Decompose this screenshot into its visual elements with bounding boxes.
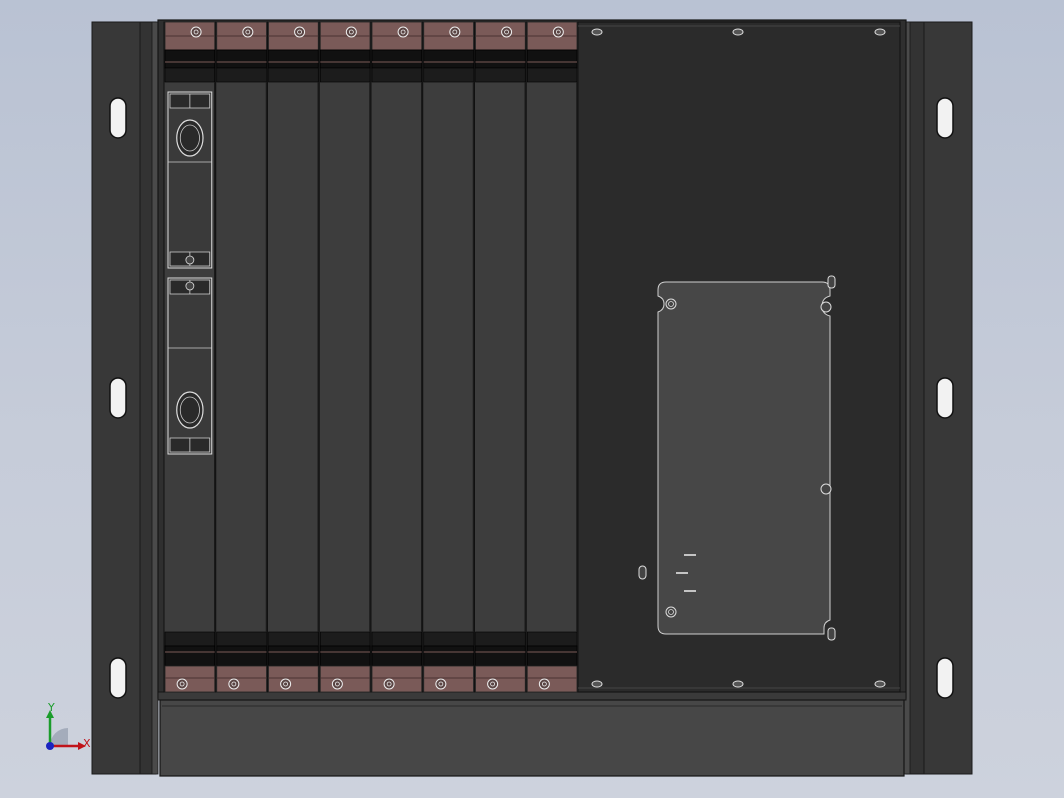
screw-icon xyxy=(294,26,306,38)
axis-icon xyxy=(46,710,86,750)
card-slot xyxy=(215,21,268,693)
card-bottom-latch[interactable] xyxy=(164,665,216,693)
screw-icon xyxy=(190,26,202,38)
card-slot xyxy=(318,21,372,693)
card-slot xyxy=(267,21,320,693)
screw-icon xyxy=(176,678,188,690)
screw-icon xyxy=(383,678,395,690)
coordinate-triad: X Y xyxy=(38,700,98,760)
screw-icon xyxy=(242,26,254,38)
screw-icon xyxy=(538,678,550,690)
card-bottom-latch[interactable] xyxy=(423,665,474,693)
screw-icon xyxy=(501,26,513,38)
chassis-base xyxy=(157,691,907,777)
card-slot xyxy=(474,21,527,693)
screw-icon xyxy=(280,678,292,690)
screw-icon xyxy=(449,26,461,38)
card-bottom-latch[interactable] xyxy=(371,665,423,693)
card-rack xyxy=(163,21,579,693)
blank-panel xyxy=(577,21,901,693)
screw-icon xyxy=(331,678,343,690)
screw-icon xyxy=(228,678,240,690)
inner-mounting-plate xyxy=(638,275,836,641)
card-bottom-latch[interactable] xyxy=(475,665,526,693)
card-bottom-latch[interactable] xyxy=(268,665,319,693)
y-axis-label: Y xyxy=(48,701,55,714)
card-slot xyxy=(370,21,424,693)
x-axis-label: X xyxy=(83,737,91,750)
screw-icon xyxy=(487,678,499,690)
screw-icon xyxy=(397,26,409,38)
card-bottom-latch[interactable] xyxy=(526,665,578,693)
screw-icon xyxy=(435,678,447,690)
screw-icon xyxy=(345,26,357,38)
screw-icon xyxy=(552,26,564,38)
cad-viewport[interactable] xyxy=(0,0,1064,798)
card-slot xyxy=(525,21,579,693)
card-bottom-latch[interactable] xyxy=(319,665,371,693)
card-bottom-latch[interactable] xyxy=(216,665,267,693)
card-slot xyxy=(422,21,475,693)
